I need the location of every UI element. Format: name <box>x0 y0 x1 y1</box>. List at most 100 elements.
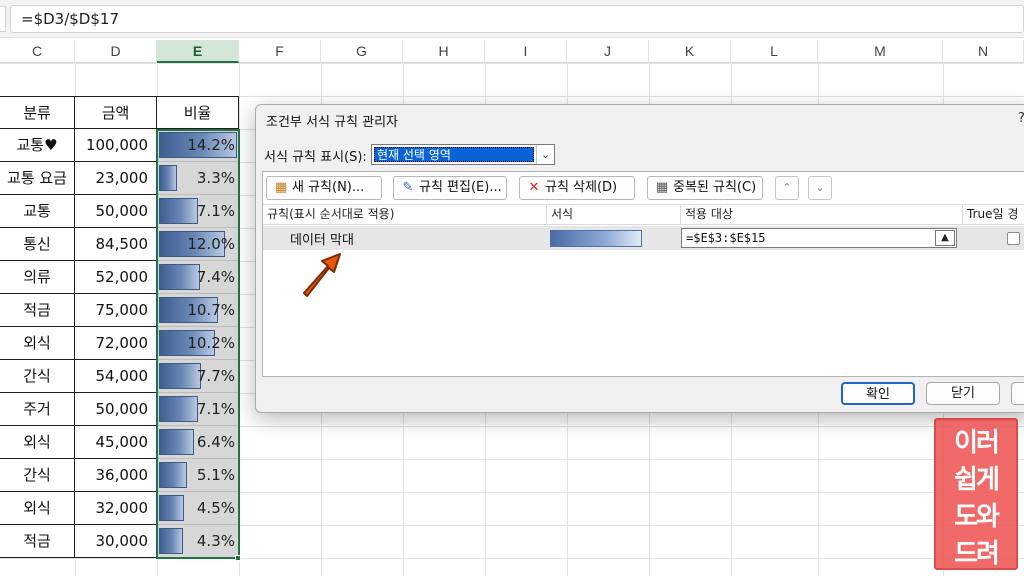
table-header-cell[interactable]: 분류 <box>0 96 75 129</box>
fill-handle[interactable] <box>235 555 241 561</box>
category-cell[interactable]: 간식 <box>0 360 75 393</box>
ratio-cell[interactable]: 3.3% <box>157 162 239 195</box>
category-cell[interactable]: 외식 <box>0 492 75 525</box>
move-up-button[interactable]: ⌃ <box>775 176 799 200</box>
formula-bar: =$D3/$D$17 <box>0 0 1024 38</box>
category-cell[interactable]: 주거 <box>0 393 75 426</box>
show-rules-label: 서식 규칙 표시(S): <box>264 150 367 165</box>
formula-input[interactable]: =$D3/$D$17 <box>10 5 1024 33</box>
delete-rule-button[interactable]: ✕ 규칙 삭제(D) <box>519 176 635 200</box>
data-bar <box>159 165 177 191</box>
column-header-k[interactable]: K <box>649 40 731 63</box>
column-header-m[interactable]: M <box>818 40 943 63</box>
ratio-cell[interactable]: 14.2% <box>157 129 239 162</box>
ok-button[interactable]: 확인 <box>841 382 915 405</box>
close-button[interactable]: 닫기 <box>926 382 1000 405</box>
category-cell[interactable]: 적금 <box>0 294 75 327</box>
column-header-i[interactable]: I <box>485 40 567 63</box>
stamp-line-1: 이러 <box>954 428 1000 458</box>
ratio-value: 7.4% <box>196 268 235 286</box>
edit-rule-button[interactable]: ✎ 규칙 편집(E)... <box>393 176 507 200</box>
stop-if-true-checkbox[interactable] <box>1007 232 1020 245</box>
amount-cell[interactable]: 23,000 <box>75 162 157 195</box>
ratio-value: 10.7% <box>187 301 235 319</box>
ratio-value: 4.5% <box>196 499 235 517</box>
ratio-value: 7.1% <box>196 400 235 418</box>
amount-cell[interactable]: 50,000 <box>75 393 157 426</box>
category-cell[interactable]: 교통♥ <box>0 129 75 162</box>
column-header-e[interactable]: E <box>157 40 239 63</box>
help-button[interactable]: ? <box>1018 111 1024 126</box>
column-header-h[interactable]: H <box>403 40 485 63</box>
category-cell[interactable]: 교통 요금 <box>0 162 75 195</box>
column-header-n[interactable]: N <box>943 40 1024 63</box>
amount-cell[interactable]: 72,000 <box>75 327 157 360</box>
show-rules-select[interactable]: 현재 선택 영역 ⌄ <box>371 144 555 165</box>
amount-cell[interactable]: 32,000 <box>75 492 157 525</box>
ratio-cell[interactable]: 10.2% <box>157 327 239 360</box>
stamp-line-3: 도와 <box>954 502 1000 532</box>
category-cell[interactable]: 외식 <box>0 327 75 360</box>
ratio-value: 7.1% <box>196 202 235 220</box>
apply-button[interactable] <box>1011 382 1024 405</box>
ratio-cell[interactable]: 7.4% <box>157 261 239 294</box>
ratio-cell[interactable]: 4.3% <box>157 525 239 558</box>
category-cell[interactable]: 적금 <box>0 525 75 558</box>
amount-cell[interactable]: 84,500 <box>75 228 157 261</box>
applies-to-input[interactable]: =$E$3:$E$15 <box>681 228 957 248</box>
category-cell[interactable]: 의류 <box>0 261 75 294</box>
rule-row[interactable]: 데이터 막대 =$E$3:$E$15 ▲ <box>263 226 1024 250</box>
amount-cell[interactable]: 30,000 <box>75 525 157 558</box>
collapse-dialog-icon[interactable]: ▲ <box>935 230 955 246</box>
ratio-cell[interactable]: 5.1% <box>157 459 239 492</box>
rules-header-row: 규칙(표시 순서대로 적용) 서식 적용 대상 True일 경우 <box>263 204 1024 240</box>
duplicate-rule-button[interactable]: ▦ 중복된 규칙(C) <box>647 176 763 200</box>
ratio-value: 3.3% <box>196 169 235 187</box>
data-bar <box>159 363 201 389</box>
ratio-cell[interactable]: 6.4% <box>157 426 239 459</box>
new-rule-button[interactable]: ▦ 새 규칙(N)... <box>266 176 382 200</box>
ratio-value: 5.1% <box>196 466 235 484</box>
table-header-cell[interactable]: 금액 <box>75 96 157 129</box>
column-header-j[interactable]: J <box>567 40 649 63</box>
chevron-down-icon[interactable]: ⌄ <box>536 145 554 164</box>
amount-cell[interactable]: 100,000 <box>75 129 157 162</box>
data-bar <box>159 528 183 554</box>
stamp-line-2: 쉽게 <box>954 465 1000 495</box>
column-header-f[interactable]: F <box>239 40 321 63</box>
table-header-cell[interactable]: 비율 <box>157 96 239 129</box>
ratio-cell[interactable]: 12.0% <box>157 228 239 261</box>
category-cell[interactable]: 통신 <box>0 228 75 261</box>
applies-to-column-header: 적용 대상 <box>681 205 963 224</box>
amount-cell[interactable]: 75,000 <box>75 294 157 327</box>
ratio-cell[interactable]: 7.1% <box>157 195 239 228</box>
amount-cell[interactable]: 45,000 <box>75 426 157 459</box>
show-rules-value: 현재 선택 영역 <box>374 147 534 162</box>
ratio-cell[interactable]: 7.1% <box>157 393 239 426</box>
stamp-logo: 이러 쉽게 도와 드려 <box>934 418 1018 570</box>
ratio-value: 7.7% <box>196 367 235 385</box>
ratio-value: 12.0% <box>187 235 235 253</box>
ratio-cell[interactable]: 7.7% <box>157 360 239 393</box>
column-header-g[interactable]: G <box>321 40 403 63</box>
ratio-cell[interactable]: 10.7% <box>157 294 239 327</box>
edit-icon: ✎ <box>402 180 414 195</box>
amount-cell[interactable]: 54,000 <box>75 360 157 393</box>
amount-cell[interactable]: 50,000 <box>75 195 157 228</box>
amount-cell[interactable]: 52,000 <box>75 261 157 294</box>
column-header-d[interactable]: D <box>75 40 157 63</box>
column-header-l[interactable]: L <box>731 40 818 63</box>
new-rule-label: 새 규칙(N)... <box>292 180 365 195</box>
category-cell[interactable]: 간식 <box>0 459 75 492</box>
data-bar <box>159 495 184 521</box>
chevron-up-icon: ⌃ <box>782 181 792 194</box>
category-cell[interactable]: 외식 <box>0 426 75 459</box>
category-cell[interactable]: 교통 <box>0 195 75 228</box>
move-down-button[interactable]: ⌄ <box>808 176 832 200</box>
ratio-cell[interactable]: 4.5% <box>157 492 239 525</box>
column-header-c[interactable]: C <box>0 40 75 63</box>
amount-cell[interactable]: 36,000 <box>75 459 157 492</box>
data-bar <box>159 264 200 290</box>
ratio-value: 14.2% <box>187 136 235 154</box>
chevron-down-icon: ⌄ <box>815 181 825 194</box>
